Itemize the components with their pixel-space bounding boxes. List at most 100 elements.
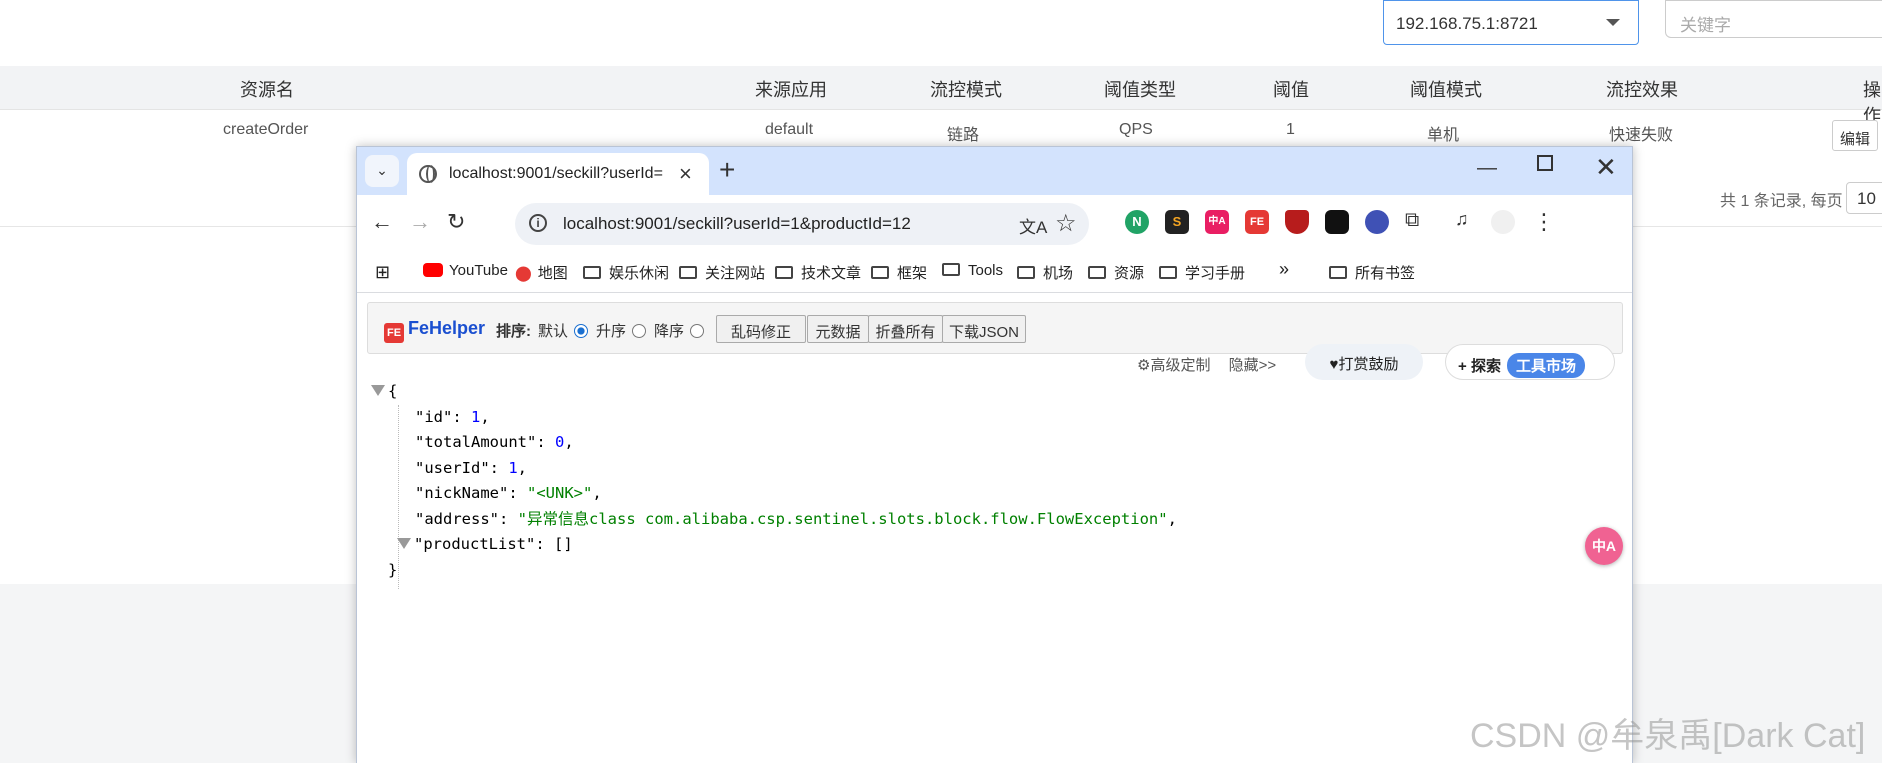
chevron-down-icon: ⌄: [376, 162, 388, 178]
folder-icon: [1329, 266, 1347, 279]
json-key: "productList": [414, 535, 536, 553]
extension-shield-icon[interactable]: [1285, 210, 1309, 234]
close-window-icon[interactable]: ✕: [1595, 152, 1617, 183]
json-key: "address": [415, 509, 499, 528]
folder-icon: [871, 266, 889, 279]
chevron-down-icon: [1606, 19, 1620, 26]
fehelper-logo: FE FeHelper: [384, 318, 485, 343]
profile-avatar[interactable]: [1491, 210, 1515, 234]
extension-s-icon[interactable]: S: [1165, 210, 1189, 234]
new-tab-button[interactable]: +: [719, 155, 735, 185]
watermark-text: CSDN @牟泉禹[Dark Cat]: [1470, 717, 1866, 755]
explore-button[interactable]: + 探索 工具市场: [1445, 344, 1615, 380]
media-control-icon[interactable]: ♫: [1455, 209, 1469, 230]
column-header-flow-effect: 流控效果: [1606, 80, 1678, 100]
extension-tampermonkey-icon[interactable]: [1325, 210, 1349, 234]
browser-window: ⌄ localhost:9001/seckill?userId=1 × + — …: [356, 146, 1633, 763]
json-key: "id": [415, 407, 453, 426]
json-body: "id": 1, "totalAmount": 0, "userId": 1, "ni…: [371, 405, 1177, 558]
cell-threshold-mode: 单机: [1427, 127, 1460, 144]
collapse-triangle-icon[interactable]: [371, 385, 385, 396]
json-property-line: "address": "异常信息class com.alibaba.csp.se…: [415, 509, 1177, 528]
cell-threshold-type: QPS: [1119, 121, 1153, 138]
bookmark-youtube[interactable]: YouTube: [423, 262, 508, 279]
folder-icon: [775, 266, 793, 279]
bookmark-folder-handbook[interactable]: 学习手册: [1159, 262, 1245, 283]
json-value: 1: [508, 458, 518, 477]
folder-icon: [583, 266, 601, 279]
column-header-threshold: 阈值: [1273, 80, 1309, 100]
cell-threshold: 1: [1286, 121, 1295, 138]
collapse-triangle-icon[interactable]: [397, 538, 411, 549]
machine-select-value: 192.168.75.1:8721: [1396, 14, 1538, 33]
fix-garbled-button[interactable]: 乱码修正: [716, 315, 806, 343]
kebab-menu-icon[interactable]: ⋮: [1533, 209, 1555, 235]
bookmark-folder-follow[interactable]: 关注网站: [679, 262, 765, 283]
bookmark-folder-framework[interactable]: 框架: [871, 262, 927, 283]
json-value: 1: [471, 407, 481, 426]
json-close-line: }: [388, 560, 398, 579]
extension-sider-icon[interactable]: [1365, 210, 1389, 234]
bookmark-folder-entertainment[interactable]: 娱乐休闲: [583, 262, 669, 283]
radio-icon: [632, 324, 647, 338]
hide-link[interactable]: 隐藏>>: [1229, 357, 1277, 374]
column-header-resource: 资源名: [240, 80, 294, 100]
cell-flow-mode: 链路: [947, 127, 980, 144]
edit-button[interactable]: 编辑: [1832, 120, 1878, 151]
cell-resource: createOrder: [223, 121, 309, 138]
floating-translate-button[interactable]: 中A: [1585, 527, 1623, 565]
json-comma: ,: [592, 484, 602, 502]
forward-icon[interactable]: →: [409, 209, 431, 235]
column-header-source-app: 来源应用: [755, 80, 827, 100]
close-icon[interactable]: ×: [679, 161, 692, 187]
bookmark-maps[interactable]: ⬤ 地图: [515, 262, 568, 283]
sort-default-radio[interactable]: 默认: [538, 320, 589, 341]
bookmark-folder-tools[interactable]: Tools: [942, 262, 1003, 279]
apps-grid-icon[interactable]: ⊞: [375, 262, 390, 283]
all-bookmarks-folder[interactable]: 所有书签: [1329, 262, 1415, 283]
extension-n-icon[interactable]: N: [1125, 210, 1149, 234]
translate-icon[interactable]: 文A: [1019, 213, 1047, 238]
json-property-line: "nickName": "<UNK>",: [415, 484, 602, 502]
bookmark-folder-resources[interactable]: 资源: [1088, 262, 1144, 283]
reload-icon[interactable]: ↻: [447, 209, 465, 235]
address-bar[interactable]: i localhost:9001/seckill?userId=1&produc…: [515, 203, 1089, 245]
folder-icon: [1017, 266, 1035, 279]
site-info-icon[interactable]: i: [529, 214, 547, 232]
gear-icon: ⚙: [1137, 357, 1151, 374]
extensions-puzzle-icon[interactable]: ⧉: [1405, 209, 1419, 232]
bookmark-folder-tech[interactable]: 技术文章: [775, 262, 861, 283]
fehelper-extra-links: ⚙高级定制 隐藏>>: [1137, 354, 1276, 375]
advanced-settings-link[interactable]: ⚙高级定制: [1137, 357, 1210, 374]
tab-search-button[interactable]: ⌄: [365, 155, 399, 187]
maximize-icon[interactable]: [1537, 155, 1553, 171]
donate-button[interactable]: ♥打赏鼓励: [1305, 344, 1423, 380]
bookmark-folder-airport[interactable]: 机场: [1017, 262, 1073, 283]
minimize-icon[interactable]: —: [1477, 157, 1497, 180]
json-value: "异常信息class com.alibaba.csp.sentinel.slot…: [517, 509, 1168, 528]
star-icon[interactable]: ☆: [1055, 209, 1077, 238]
sort-asc-radio[interactable]: 升序: [596, 320, 647, 341]
fold-all-button[interactable]: 折叠所有: [868, 315, 943, 343]
raw-data-button[interactable]: 元数据: [807, 315, 869, 343]
column-header-flow-mode: 流控模式: [930, 80, 1002, 100]
json-property-line: "totalAmount": 0,: [415, 433, 574, 451]
json-property-line: "productList": []: [371, 532, 1177, 558]
back-icon[interactable]: ←: [371, 209, 393, 235]
machine-select[interactable]: 192.168.75.1:8721: [1383, 0, 1639, 45]
keyword-search-input[interactable]: 关键字: [1665, 0, 1882, 38]
json-property-line: "userId": 1,: [415, 458, 528, 477]
extension-translate-icon[interactable]: 中A: [1205, 210, 1229, 234]
extension-fehelper-icon[interactable]: FE: [1245, 210, 1269, 234]
json-comma: ,: [564, 433, 574, 451]
pagination-summary: 共 1 条记录, 每页: [1720, 193, 1843, 210]
browser-tab[interactable]: localhost:9001/seckill?userId=1 ×: [407, 153, 709, 195]
download-json-button[interactable]: 下载JSON: [942, 315, 1026, 343]
column-header-threshold-type: 阈值类型: [1104, 80, 1176, 100]
tool-market-badge[interactable]: 工具市场: [1506, 353, 1585, 378]
tab-title: localhost:9001/seckill?userId=1: [449, 165, 663, 182]
bookmarks-overflow-button[interactable]: »: [1279, 259, 1289, 280]
page-size-select[interactable]: 10: [1846, 182, 1882, 214]
sort-desc-radio[interactable]: 降序: [654, 320, 705, 341]
address-url: localhost:9001/seckill?userId=1&productI…: [563, 214, 911, 233]
